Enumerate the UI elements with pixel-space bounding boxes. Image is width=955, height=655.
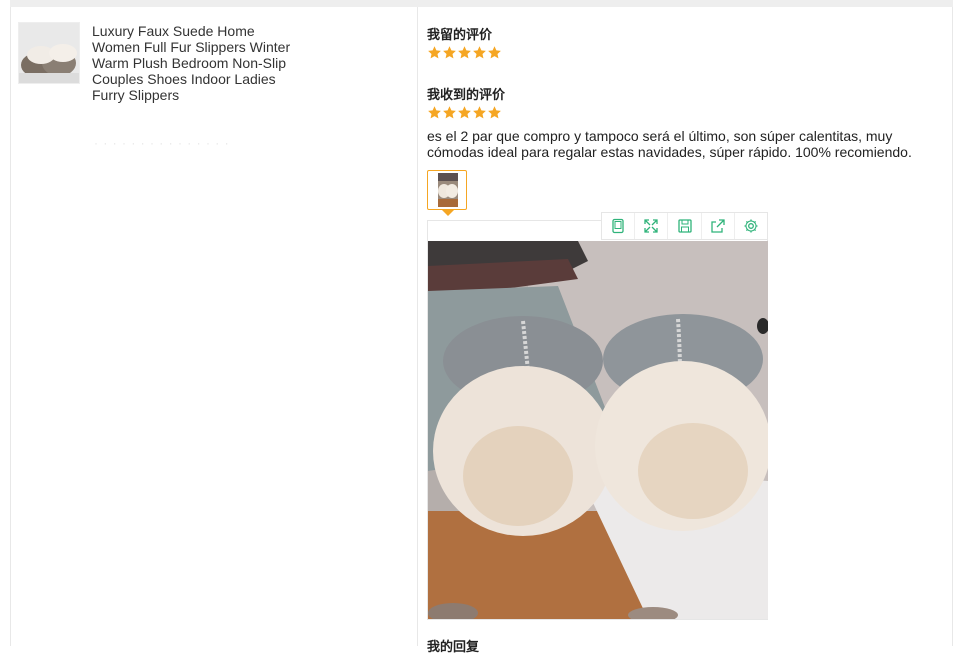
star-icon <box>488 106 501 119</box>
product-thumbnail-image[interactable] <box>18 22 80 84</box>
star-icon <box>473 106 486 119</box>
review-text: es el 2 par que compro y tampoco será el… <box>427 128 912 160</box>
fullscreen-button[interactable] <box>635 213 669 239</box>
star-icon <box>488 46 501 59</box>
my-review-heading: 我留的评价 <box>427 27 493 42</box>
review-photo-thumbnail[interactable] <box>427 170 467 210</box>
star-icon <box>428 46 441 59</box>
star-icon <box>458 106 471 119</box>
my-review-stars <box>427 45 502 61</box>
share-icon <box>711 219 725 233</box>
star-icon <box>443 106 456 119</box>
share-button[interactable] <box>702 213 735 239</box>
faded-product-subtext: · · · · · · · · · · · · · · · <box>94 136 230 150</box>
review-photo[interactable] <box>428 241 768 619</box>
settings-button[interactable] <box>735 213 767 239</box>
tablet-icon <box>612 218 624 234</box>
image-viewer-toolbar <box>601 212 768 240</box>
tablet-view-button[interactable] <box>602 213 636 239</box>
received-review-stars <box>427 105 502 121</box>
save-icon <box>677 219 692 233</box>
star-icon <box>428 106 441 119</box>
top-divider-bar <box>10 0 953 7</box>
star-icon <box>458 46 471 59</box>
star-icon <box>443 46 456 59</box>
save-image-button[interactable] <box>668 213 702 239</box>
panel-right-border <box>952 7 953 646</box>
settings-icon <box>744 219 758 233</box>
selected-indicator-arrow <box>442 210 454 216</box>
fullscreen-icon <box>644 219 658 233</box>
product-title[interactable]: Luxury Faux Suede Home Women Full Fur Sl… <box>92 23 292 103</box>
star-icon <box>473 46 486 59</box>
received-review-heading: 我收到的评价 <box>427 87 506 102</box>
